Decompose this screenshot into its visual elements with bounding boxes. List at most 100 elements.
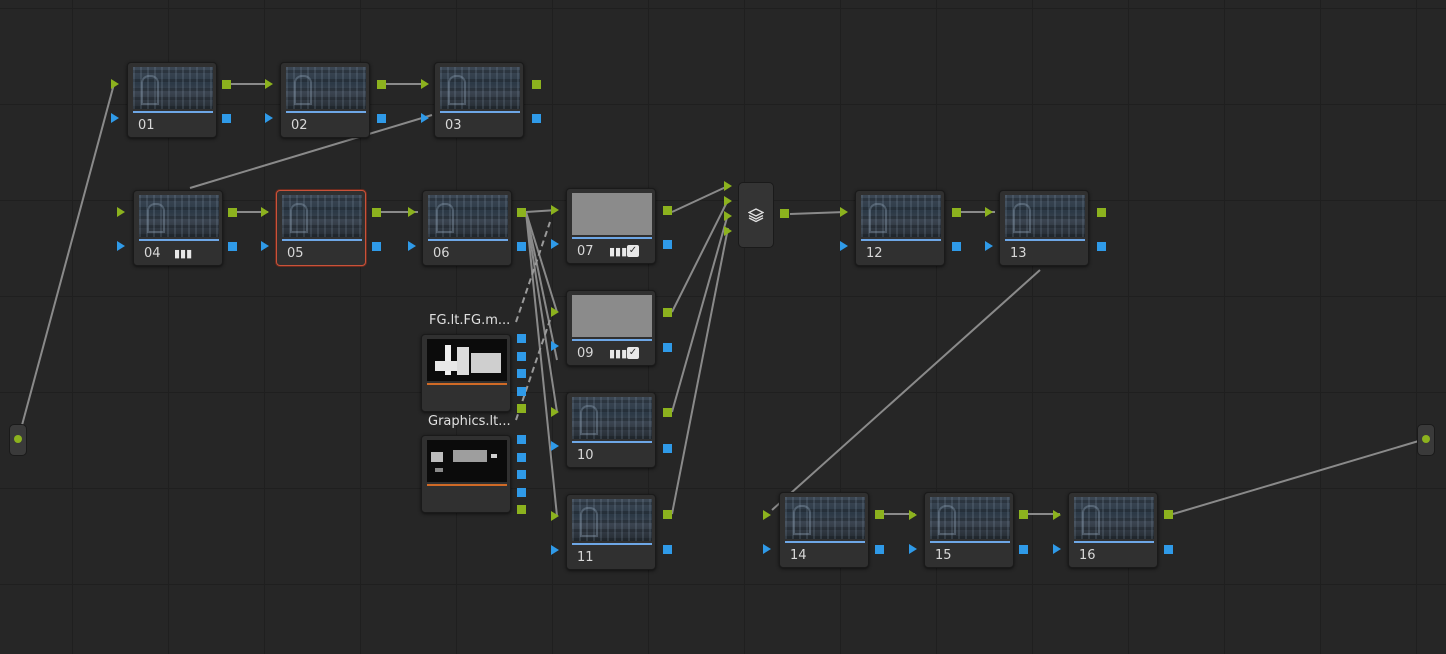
rgb-input-port[interactable] (840, 207, 848, 217)
alpha-output-port[interactable] (663, 343, 672, 352)
alpha-input-port[interactable] (551, 239, 559, 249)
rgb-output-port[interactable] (1019, 510, 1028, 519)
rgb-input-port[interactable] (763, 510, 771, 520)
matte-output-port[interactable] (517, 453, 526, 462)
rgb-input-port[interactable] (985, 207, 993, 217)
rgb-output-port[interactable] (517, 208, 526, 217)
rgb-output-port[interactable] (663, 510, 672, 519)
layer-input-port[interactable] (724, 196, 732, 206)
node-12[interactable]: 12 (855, 190, 945, 266)
alpha-input-port[interactable] (909, 544, 917, 554)
rgb-output-port[interactable] (228, 208, 237, 217)
node-02[interactable]: 02 (280, 62, 370, 138)
alpha-input-port[interactable] (985, 241, 993, 251)
alpha-output-port[interactable] (663, 545, 672, 554)
alpha-output-port[interactable] (222, 114, 231, 123)
alpha-input-port[interactable] (117, 241, 125, 251)
node-status-bar (930, 541, 1010, 543)
layer-input-port[interactable] (724, 226, 732, 236)
external-matte-node[interactable] (421, 435, 511, 513)
checkbox-icon[interactable]: ✓ (627, 245, 639, 257)
alpha-input-port[interactable] (1053, 544, 1061, 554)
node-07[interactable]: 07 ▮▮▮ ✓ (566, 188, 656, 264)
matte-output-port[interactable] (517, 352, 526, 361)
matte-output-port[interactable] (517, 435, 526, 444)
alpha-output-port[interactable] (377, 114, 386, 123)
alpha-input-port[interactable] (551, 341, 559, 351)
rgb-input-port[interactable] (1053, 510, 1061, 520)
alpha-input-port[interactable] (265, 113, 273, 123)
checkbox-icon[interactable]: ✓ (627, 347, 639, 359)
alpha-output-port[interactable] (228, 242, 237, 251)
matte-rgb-output-port[interactable] (517, 505, 526, 514)
layer-input-port[interactable] (724, 181, 732, 191)
node-10[interactable]: 10 (566, 392, 656, 468)
matte-output-port[interactable] (517, 369, 526, 378)
node-15[interactable]: 15 (924, 492, 1014, 568)
node-09[interactable]: 09 ▮▮▮ ✓ (566, 290, 656, 366)
alpha-output-port[interactable] (1097, 242, 1106, 251)
alpha-output-port[interactable] (372, 242, 381, 251)
alpha-input-port[interactable] (551, 545, 559, 555)
alpha-input-port[interactable] (111, 113, 119, 123)
rgb-output-port[interactable] (663, 408, 672, 417)
rgb-input-port[interactable] (111, 79, 119, 89)
rgb-input-port[interactable] (421, 79, 429, 89)
alpha-input-port[interactable] (408, 241, 416, 251)
node-13[interactable]: 13 (999, 190, 1089, 266)
alpha-input-port[interactable] (421, 113, 429, 123)
rgb-input-port[interactable] (909, 510, 917, 520)
alpha-input-port[interactable] (840, 241, 848, 251)
rgb-input-port[interactable] (551, 307, 559, 317)
matte-rgb-output-port[interactable] (517, 404, 526, 413)
rgb-output-port[interactable] (372, 208, 381, 217)
alpha-output-port[interactable] (663, 444, 672, 453)
rgb-output-port[interactable] (780, 209, 789, 218)
rgb-output-port[interactable] (952, 208, 961, 217)
rgb-input-port[interactable] (551, 205, 559, 215)
alpha-input-port[interactable] (763, 544, 771, 554)
node-06[interactable]: 06 (422, 190, 512, 266)
alpha-output-port[interactable] (532, 114, 541, 123)
rgb-output-port[interactable] (222, 80, 231, 89)
rgb-output-port[interactable] (377, 80, 386, 89)
node-03[interactable]: 03 (434, 62, 524, 138)
alpha-output-port[interactable] (517, 242, 526, 251)
alpha-output-port[interactable] (952, 242, 961, 251)
rgb-input-port[interactable] (265, 79, 273, 89)
output-node[interactable] (1417, 424, 1435, 456)
layer-mixer-node[interactable] (738, 182, 774, 248)
matte-output-port[interactable] (517, 387, 526, 396)
alpha-output-port[interactable] (663, 240, 672, 249)
node-04[interactable]: 04 ▮▮▮ (133, 190, 223, 266)
alpha-output-port[interactable] (875, 545, 884, 554)
source-input-icon[interactable] (14, 435, 22, 443)
rgb-input-port[interactable] (551, 511, 559, 521)
node-16[interactable]: 16 (1068, 492, 1158, 568)
rgb-output-port[interactable] (663, 206, 672, 215)
rgb-input-port[interactable] (261, 207, 269, 217)
rgb-output-port[interactable] (1097, 208, 1106, 217)
rgb-output-port[interactable] (1164, 510, 1173, 519)
node-14[interactable]: 14 (779, 492, 869, 568)
rgb-input-port[interactable] (408, 207, 416, 217)
node-11[interactable]: 11 (566, 494, 656, 570)
matte-output-port[interactable] (517, 334, 526, 343)
node-05[interactable]: 05 (276, 190, 366, 266)
rgb-input-port[interactable] (551, 407, 559, 417)
rgb-output-port[interactable] (875, 510, 884, 519)
layer-input-port[interactable] (724, 211, 732, 221)
matte-output-port[interactable] (517, 488, 526, 497)
external-matte-node[interactable] (421, 334, 511, 412)
alpha-input-port[interactable] (551, 441, 559, 451)
rgb-input-port[interactable] (117, 207, 125, 217)
alpha-output-port[interactable] (1164, 545, 1173, 554)
rgb-output-port[interactable] (532, 80, 541, 89)
matte-output-port[interactable] (517, 470, 526, 479)
node-01[interactable]: 01 (127, 62, 217, 138)
alpha-output-port[interactable] (1019, 545, 1028, 554)
output-icon[interactable] (1422, 435, 1430, 443)
rgb-output-port[interactable] (663, 308, 672, 317)
source-input-node[interactable] (9, 424, 27, 456)
alpha-input-port[interactable] (261, 241, 269, 251)
